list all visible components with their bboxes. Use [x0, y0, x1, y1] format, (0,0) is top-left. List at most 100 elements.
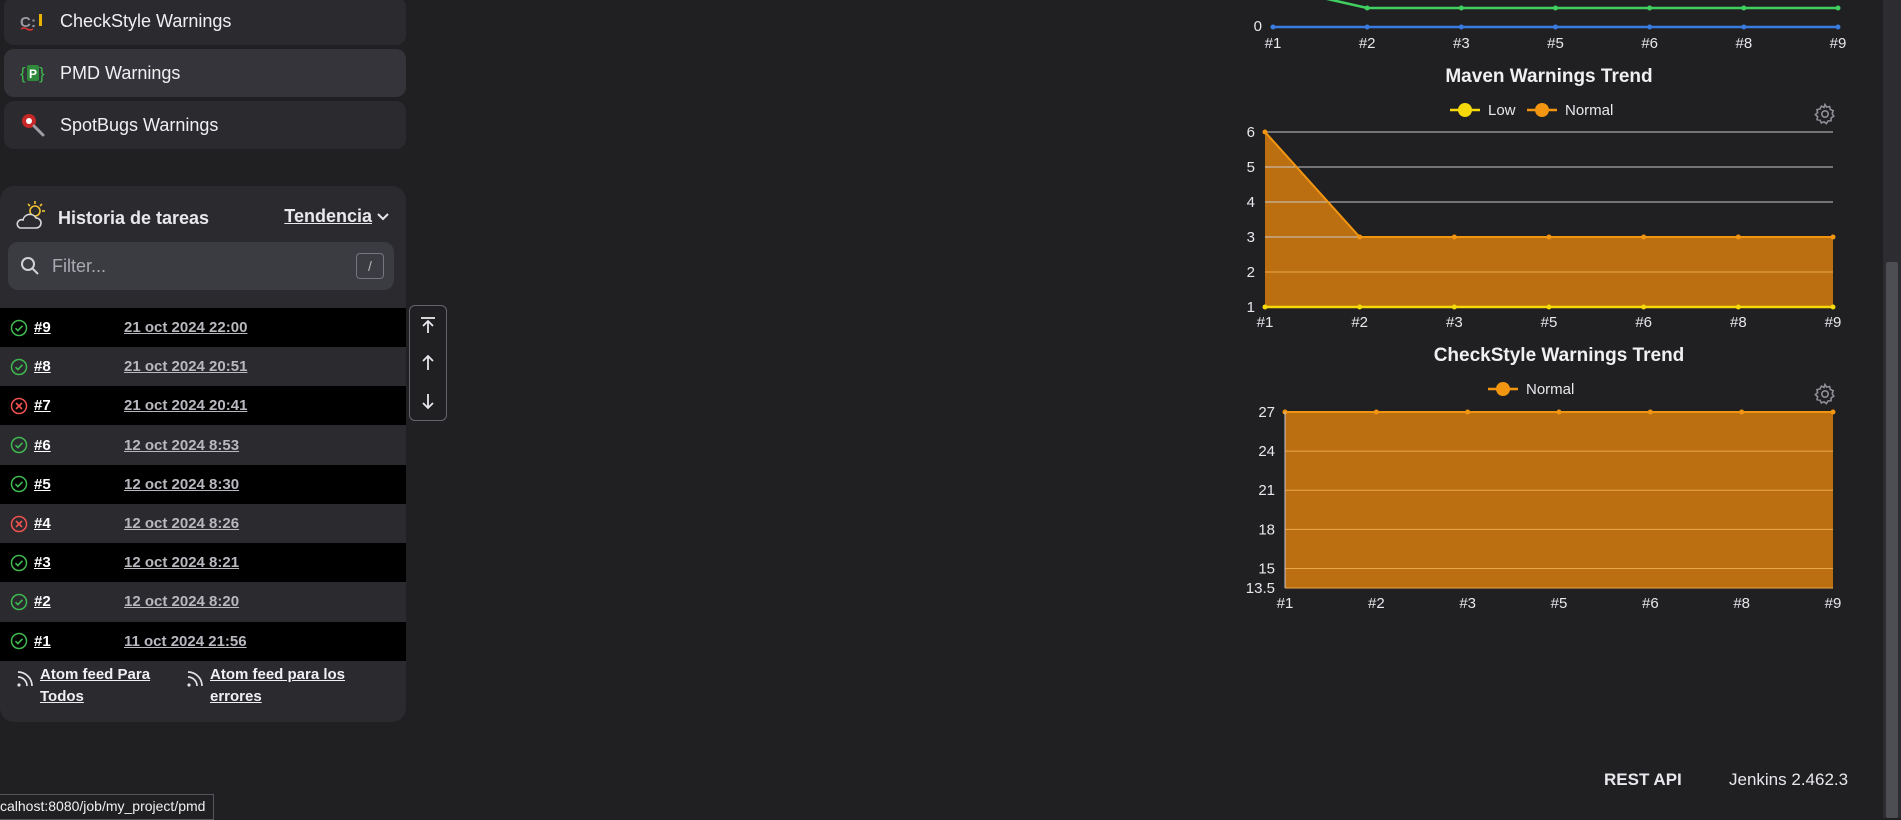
x-tick-label: #3 — [1453, 35, 1470, 52]
chart-title: Maven Warnings Trend — [1445, 66, 1652, 87]
scroll-up-icon[interactable] — [416, 351, 440, 375]
build-number-link[interactable]: #8 — [34, 358, 124, 375]
build-success-icon — [10, 436, 28, 454]
rest-api-link[interactable]: REST API — [1604, 770, 1682, 790]
y-tick-label: 24 — [1258, 443, 1275, 460]
build-date-link[interactable]: 21 oct 2024 20:51 — [124, 358, 247, 375]
build-row[interactable]: #4 12 oct 2024 8:26 — [0, 504, 406, 543]
legend-label: Normal — [1565, 102, 1613, 119]
maven-warnings-chart: Maven Warnings Trend Low Normal 1 2 3 4 5 6 #1 #2 #… — [1247, 66, 1842, 331]
sidebar-link-pmd[interactable]: { } P PMD Warnings — [4, 49, 406, 97]
build-row[interactable]: #9 21 oct 2024 22:00 — [0, 308, 406, 347]
data-point — [1647, 5, 1653, 11]
build-number-link[interactable]: #5 — [34, 476, 124, 493]
data-point — [1357, 234, 1363, 240]
svg-text::: : — [31, 14, 36, 31]
atom-feed-failures-link[interactable]: Atom feed para los errores — [186, 664, 350, 708]
build-date-link[interactable]: 21 oct 2024 22:00 — [124, 319, 247, 336]
build-success-icon — [10, 593, 28, 611]
checkstyle-chart-settings-gear-icon[interactable] — [1814, 382, 1836, 405]
scroll-to-top-icon[interactable] — [416, 313, 440, 337]
data-point — [1556, 409, 1562, 415]
y-tick-label: 13.5 — [1246, 580, 1275, 597]
page-scrollbar[interactable] — [1883, 0, 1901, 818]
build-number-link[interactable]: #4 — [34, 515, 124, 532]
build-number-link[interactable]: #1 — [34, 633, 124, 650]
build-history-header: Historia de tareas Tendencia — [14, 198, 394, 238]
data-point — [1735, 234, 1741, 240]
data-point — [1835, 24, 1841, 30]
build-date-link[interactable]: 12 oct 2024 8:21 — [124, 554, 239, 571]
x-tick-label: #2 — [1351, 314, 1368, 331]
data-point — [1270, 24, 1276, 30]
pmd-icon: { } P — [20, 60, 46, 86]
sidebar-link-checkstyle[interactable]: C : CheckStyle Warnings — [4, 0, 406, 45]
rss-icon — [17, 671, 33, 687]
build-date-link[interactable]: 12 oct 2024 8:30 — [124, 476, 239, 493]
build-filter-field[interactable]: / — [8, 242, 394, 290]
status-bar-url: calhost:8080/job/my_project/pmd — [0, 794, 215, 820]
data-point — [1262, 129, 1268, 135]
build-number-link[interactable]: #7 — [34, 397, 124, 414]
x-tick-label: #9 — [1825, 595, 1842, 612]
data-point — [1830, 409, 1836, 415]
build-number-link[interactable]: #9 — [34, 319, 124, 336]
legend-item[interactable]: Low — [1450, 102, 1516, 119]
build-row[interactable]: #7 21 oct 2024 20:41 — [0, 386, 406, 426]
build-row[interactable]: #5 12 oct 2024 8:30 — [0, 464, 406, 504]
x-tick-label: #8 — [1730, 314, 1747, 331]
rss-icon — [187, 671, 203, 687]
data-point — [1830, 234, 1836, 240]
trend-dropdown[interactable]: Tendencia — [284, 206, 394, 227]
build-date-link[interactable]: 21 oct 2024 20:41 — [124, 397, 247, 414]
y-tick-label: 21 — [1258, 482, 1275, 499]
build-number-link[interactable]: #3 — [34, 554, 124, 571]
build-date-link[interactable]: 12 oct 2024 8:20 — [124, 593, 239, 610]
x-tick-label: #1 — [1277, 595, 1294, 612]
build-row[interactable]: #2 12 oct 2024 8:20 — [0, 582, 406, 621]
x-tick-label: #1 — [1265, 35, 1282, 52]
x-tick-label: #2 — [1368, 595, 1385, 612]
build-row[interactable]: #1 11 oct 2024 21:56 — [0, 621, 406, 661]
checkstyle-icon: C : — [20, 8, 46, 34]
build-date-link[interactable]: 12 oct 2024 8:53 — [124, 437, 239, 454]
build-row[interactable]: #8 21 oct 2024 20:51 — [0, 347, 406, 386]
chevron-down-icon — [377, 212, 389, 220]
x-tick-label: #5 — [1541, 314, 1558, 331]
data-point — [1735, 304, 1741, 310]
data-point — [1641, 234, 1647, 240]
data-point — [1465, 409, 1471, 415]
build-history-panel: Historia de tareas Tendencia / #921 oct … — [0, 186, 406, 722]
legend-item[interactable]: Normal — [1527, 102, 1613, 119]
data-point — [1641, 304, 1647, 310]
data-point — [1835, 5, 1841, 11]
y-tick-label: 5 — [1247, 159, 1255, 176]
build-row[interactable]: #6 12 oct 2024 8:53 — [0, 426, 406, 465]
build-success-icon — [10, 319, 28, 336]
build-number-link[interactable]: #2 — [34, 593, 124, 610]
build-date-link[interactable]: 11 oct 2024 21:56 — [124, 633, 247, 650]
build-date-link[interactable]: 12 oct 2024 8:26 — [124, 515, 239, 532]
maven-chart-settings-gear-icon[interactable] — [1814, 102, 1836, 125]
atom-feed-all-link[interactable]: Atom feed Para Todos — [16, 664, 160, 708]
x-tick-label: #6 — [1642, 595, 1659, 612]
chart-title: CheckStyle Warnings Trend — [1434, 345, 1685, 366]
build-success-icon — [10, 554, 28, 571]
filter-input[interactable] — [50, 254, 354, 278]
data-point — [1451, 304, 1457, 310]
sidebar-link-spotbugs[interactable]: SpotBugs Warnings — [4, 101, 406, 149]
scroll-down-icon[interactable] — [416, 389, 440, 413]
checkstyle-warnings-chart: CheckStyle Warnings Trend Normal 13.5 15 18 2… — [1246, 345, 1842, 612]
x-tick-label: #5 — [1547, 35, 1564, 52]
build-row[interactable]: #3 12 oct 2024 8:21 — [0, 543, 406, 583]
scrollbar-thumb[interactable] — [1886, 262, 1898, 818]
y-tick-label: 1 — [1247, 299, 1255, 316]
jenkins-version-link[interactable]: Jenkins 2.462.3 — [1729, 770, 1848, 790]
series-line-normal — [1264, 131, 1833, 238]
data-point — [1741, 5, 1747, 11]
x-tick-label: #9 — [1825, 314, 1842, 331]
y-tick-label: 4 — [1247, 194, 1255, 211]
build-number-link[interactable]: #6 — [34, 437, 124, 454]
svg-text:}: } — [39, 64, 45, 83]
legend-item[interactable]: Normal — [1488, 381, 1574, 398]
